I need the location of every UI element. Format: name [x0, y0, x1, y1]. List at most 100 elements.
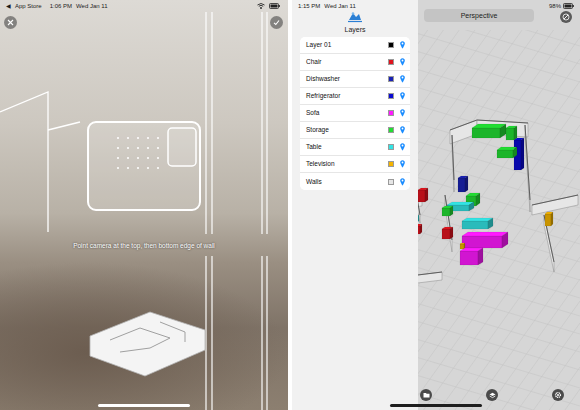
guide-dot — [127, 157, 129, 159]
visibility-pin-icon[interactable] — [400, 75, 405, 83]
layer-name: Table — [306, 143, 322, 151]
grid-line — [292, 30, 580, 154]
back-app-link[interactable]: App Store — [15, 2, 42, 10]
model-object[interactable] — [472, 124, 506, 138]
layers-title: Layers — [292, 25, 418, 34]
layer-color-swatch[interactable] — [388, 59, 394, 65]
home-indicator[interactable] — [98, 404, 190, 407]
view-mode-button[interactable]: Perspective — [424, 9, 534, 22]
model-object[interactable] — [418, 188, 428, 202]
guide-dot — [127, 147, 129, 149]
visibility-pin-icon[interactable] — [400, 92, 405, 100]
back-glyph[interactable]: ◀ — [6, 2, 11, 10]
bottom-toolbar — [420, 389, 564, 401]
layer-row[interactable]: Sofa — [300, 105, 410, 122]
grid-line — [292, 104, 580, 190]
status-indicators: 98% — [549, 2, 574, 10]
wall-guide-line — [261, 12, 262, 234]
wall-guide-line — [211, 256, 212, 410]
guide-dot — [137, 137, 139, 139]
guide-dot — [147, 137, 149, 139]
ar-guides — [0, 0, 288, 410]
orientation-button[interactable] — [560, 11, 572, 23]
files-button[interactable] — [420, 389, 432, 401]
model-object[interactable] — [545, 212, 553, 226]
folder-icon — [423, 392, 430, 398]
wall-guide-line — [205, 12, 206, 234]
model-object[interactable] — [462, 218, 493, 229]
layer-row[interactable]: Television — [300, 156, 410, 173]
battery-level: 98% — [549, 2, 561, 10]
visibility-pin-icon[interactable] — [400, 178, 405, 186]
guide-dot — [127, 167, 129, 169]
layer-color-swatch[interactable] — [388, 76, 394, 82]
model-object[interactable] — [458, 176, 468, 192]
capture-instruction: Point camera at the top, then bottom edg… — [0, 241, 288, 250]
visibility-pin-icon[interactable] — [400, 143, 405, 151]
visibility-pin-icon[interactable] — [400, 126, 405, 134]
wall-segment[interactable] — [532, 195, 578, 215]
model-object[interactable] — [442, 227, 453, 239]
layer-name: Refrigerator — [306, 92, 340, 100]
model-object[interactable] — [497, 147, 517, 158]
done-button[interactable] — [270, 16, 283, 29]
layer-row[interactable]: Layer 01 — [300, 37, 410, 54]
layer-row[interactable]: Walls — [300, 173, 410, 190]
layers-button[interactable] — [486, 389, 498, 401]
grid-line — [292, 30, 580, 110]
gear-icon — [554, 391, 562, 399]
visibility-pin-icon[interactable] — [400, 41, 405, 49]
guide-dot — [117, 147, 119, 149]
wall-guide-line — [261, 256, 262, 410]
guide-dot — [137, 167, 139, 169]
layer-color-swatch[interactable] — [388, 144, 394, 150]
layer-row[interactable]: Storage — [300, 122, 410, 139]
close-button[interactable] — [4, 16, 17, 29]
layer-color-swatch[interactable] — [388, 42, 394, 48]
wall-guide-line — [266, 256, 267, 410]
settings-button[interactable] — [552, 389, 564, 401]
layer-row[interactable]: Refrigerator — [300, 88, 410, 105]
model-object[interactable] — [460, 248, 483, 265]
layer-color-swatch[interactable] — [388, 127, 394, 133]
wall-guide-line — [211, 12, 212, 234]
guide-dot — [147, 147, 149, 149]
model-object[interactable] — [506, 126, 517, 140]
wall-guide-line — [205, 256, 206, 410]
capture-screen: ◀ App Store 1:06 PM Wed Jan 11 Point cam… — [0, 0, 288, 410]
layer-color-swatch[interactable] — [388, 179, 394, 185]
wall-segment[interactable] — [525, 125, 530, 212]
visibility-pin-icon[interactable] — [400, 160, 405, 168]
guide-dot — [127, 137, 129, 139]
layer-row[interactable]: Chair — [300, 54, 410, 71]
layer-color-swatch[interactable] — [388, 93, 394, 99]
layer-name: Storage — [306, 126, 329, 134]
battery-icon — [269, 3, 280, 9]
model-object[interactable] — [462, 232, 508, 248]
layer-row[interactable]: Table — [300, 139, 410, 156]
app-logo-icon[interactable] — [347, 11, 363, 23]
model-object[interactable] — [442, 206, 453, 216]
grid-line — [292, 30, 580, 132]
layer-color-swatch[interactable] — [388, 161, 394, 167]
guide-dot — [157, 157, 159, 159]
visibility-pin-icon[interactable] — [400, 58, 405, 66]
model-object[interactable] — [460, 243, 465, 249]
layer-name: Television — [306, 160, 335, 168]
guide-dot — [137, 157, 139, 159]
visibility-pin-icon[interactable] — [400, 109, 405, 117]
guide-dot — [157, 147, 159, 149]
status-bar: ◀ App Store 1:06 PM Wed Jan 11 — [6, 2, 280, 10]
wall-segment[interactable] — [452, 135, 454, 192]
home-indicator[interactable] — [390, 404, 482, 407]
layer-name: Sofa — [306, 109, 319, 117]
layer-color-swatch[interactable] — [388, 110, 394, 116]
status-date: Wed Jan 11 — [324, 2, 355, 10]
guide-dot — [117, 167, 119, 169]
wall-guide-line — [0, 92, 48, 232]
room-minimap[interactable] — [90, 312, 205, 376]
guide-dot — [117, 157, 119, 159]
layer-row[interactable]: Dishwasher — [300, 71, 410, 88]
capture-frame — [88, 122, 200, 210]
model-object[interactable] — [514, 138, 524, 170]
